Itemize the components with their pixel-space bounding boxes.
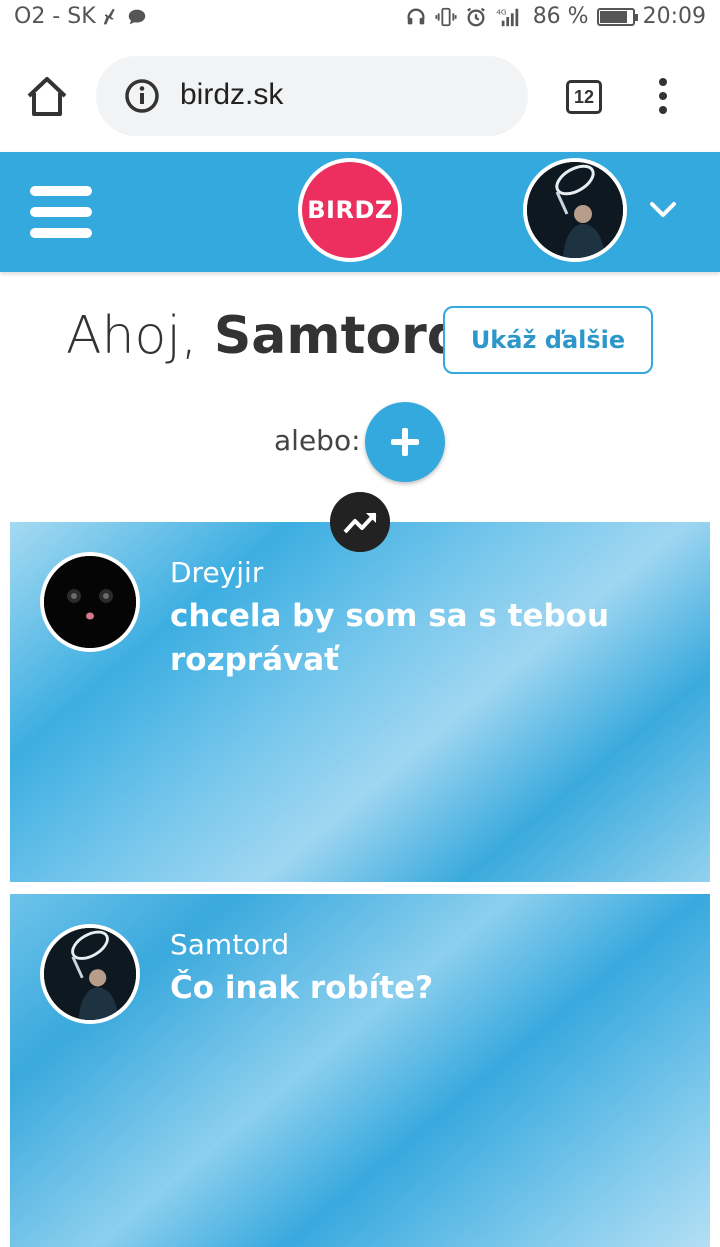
more-vert-icon[interactable] — [656, 78, 670, 116]
greeting: Ahoj, Samtord — [66, 306, 464, 366]
url-text[interactable]: birdz.sk — [180, 78, 283, 112]
feed-card[interactable]: Samtord Čo inak robíte? — [10, 894, 710, 1247]
or-label: alebo: — [274, 424, 361, 457]
author-name[interactable]: Samtord — [170, 928, 289, 961]
clock: 20:09 — [642, 4, 706, 29]
status-bar: O2 - SK 4G 86 % 20:09 — [0, 0, 720, 34]
battery-icon — [596, 7, 638, 26]
post-message[interactable]: chcela by som sa s tebou rozprávať — [170, 594, 620, 682]
performer-avatar — [527, 162, 623, 258]
feed-card[interactable]: Dreyjir chcela by som sa s tebou rozpráv… — [10, 522, 710, 882]
status-bar-right: 4G 86 % 20:09 — [405, 4, 706, 29]
info-icon[interactable] — [124, 78, 160, 114]
chevron-down-icon[interactable] — [648, 198, 678, 222]
black-cat-avatar — [44, 556, 136, 648]
home-icon[interactable] — [24, 74, 70, 118]
birdz-logo[interactable]: BIRDZ — [298, 158, 402, 262]
trending-icon[interactable] — [330, 492, 390, 552]
show-more-button[interactable]: Ukáž ďalšie — [443, 306, 653, 374]
author-avatar[interactable] — [40, 552, 140, 652]
author-name[interactable]: Dreyjir — [170, 556, 263, 589]
chat-bubble-icon — [128, 9, 145, 24]
browser-toolbar: birdz.sk 12 — [0, 34, 720, 152]
tabs-icon[interactable]: 12 — [566, 80, 602, 114]
performer-avatar — [44, 928, 136, 1020]
status-bar-left: O2 - SK — [14, 4, 148, 29]
address-bar[interactable]: birdz.sk — [96, 56, 528, 136]
broom-icon — [103, 8, 115, 24]
carrier-label: O2 - SK — [14, 4, 96, 29]
hamburger-menu-icon[interactable] — [30, 186, 92, 238]
vibrate-icon — [435, 7, 457, 26]
battery-fill — [599, 10, 628, 23]
post-message[interactable]: Čo inak robíte? — [170, 966, 620, 1010]
headphones-icon — [407, 8, 425, 24]
tab-count: 12 — [573, 87, 595, 107]
greeting-username: Samtord — [213, 306, 465, 366]
app-header: BIRDZ — [0, 152, 720, 272]
author-avatar[interactable] — [40, 924, 140, 1024]
svg-text:4G: 4G — [496, 7, 507, 16]
user-avatar[interactable] — [523, 158, 627, 262]
add-post-button[interactable] — [365, 402, 445, 482]
alarm-icon — [466, 7, 485, 26]
signal-icon: 4G — [496, 7, 518, 26]
battery-percent: 86 % — [532, 4, 589, 29]
greeting-prefix: Ahoj, — [66, 306, 214, 366]
